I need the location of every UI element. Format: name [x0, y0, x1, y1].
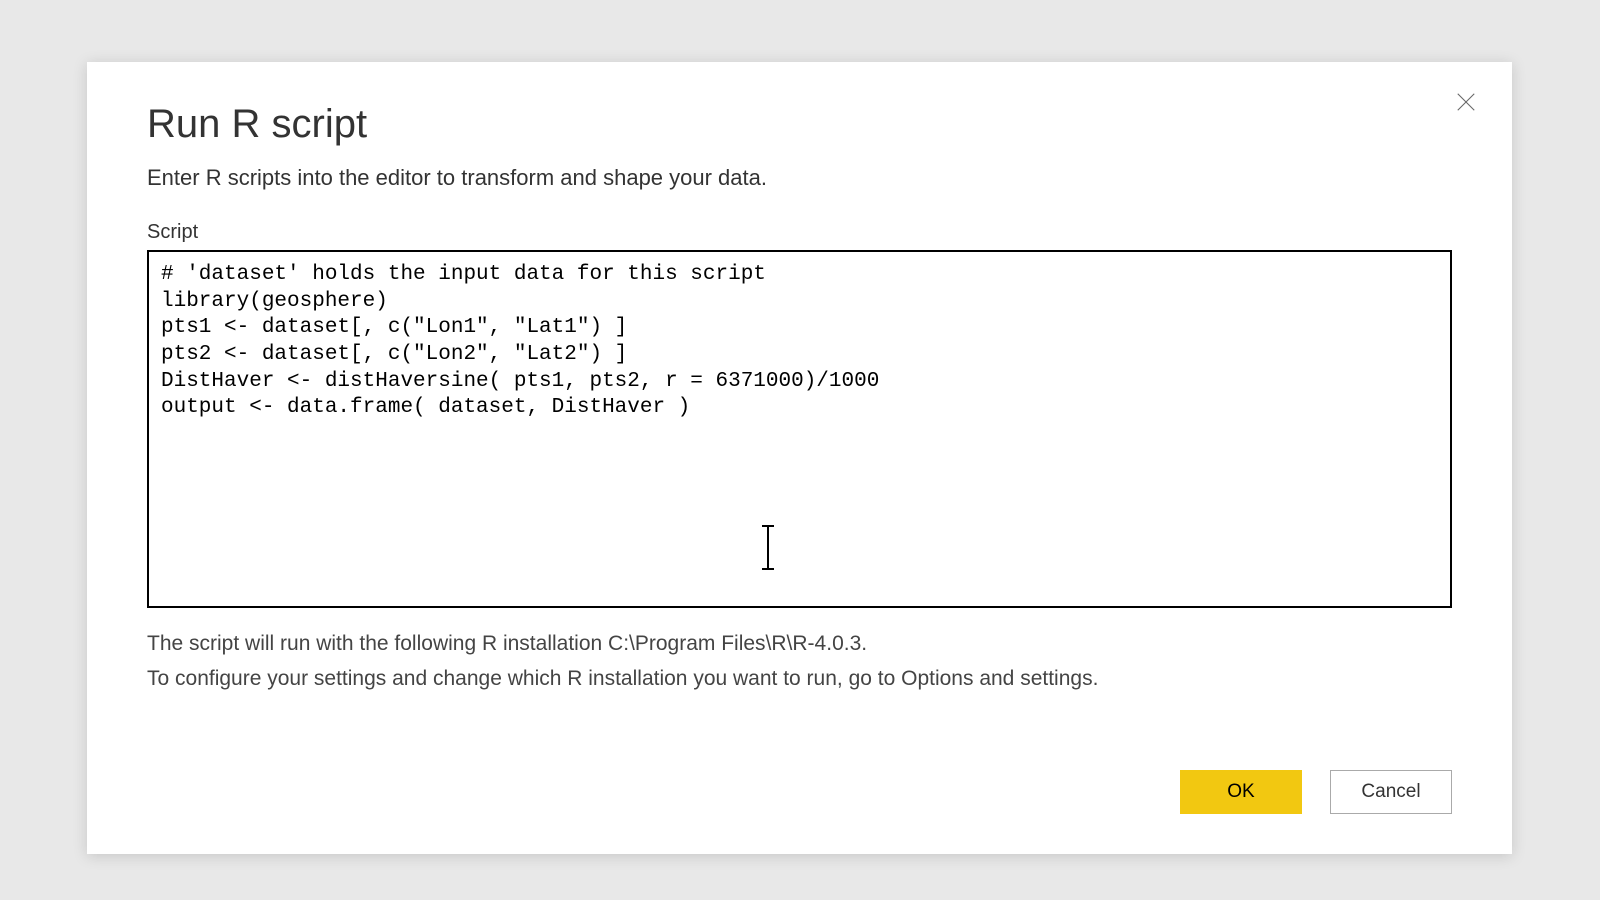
dialog-description: Enter R scripts into the editor to trans… [147, 165, 1452, 191]
close-button[interactable] [1448, 84, 1484, 120]
ok-button[interactable]: OK [1180, 770, 1302, 814]
script-editor[interactable] [147, 250, 1452, 608]
footer-text: The script will run with the following R… [147, 627, 1452, 696]
dialog-title: Run R script [147, 102, 1452, 147]
close-icon [1455, 91, 1477, 113]
footer-line-1: The script will run with the following R… [147, 627, 1452, 662]
run-r-script-dialog: Run R script Enter R scripts into the ed… [87, 62, 1512, 854]
footer-line-2: To configure your settings and change wh… [147, 662, 1452, 697]
script-label: Script [147, 221, 1452, 244]
cancel-button[interactable]: Cancel [1330, 770, 1452, 814]
dialog-button-row: OK Cancel [1180, 770, 1452, 814]
